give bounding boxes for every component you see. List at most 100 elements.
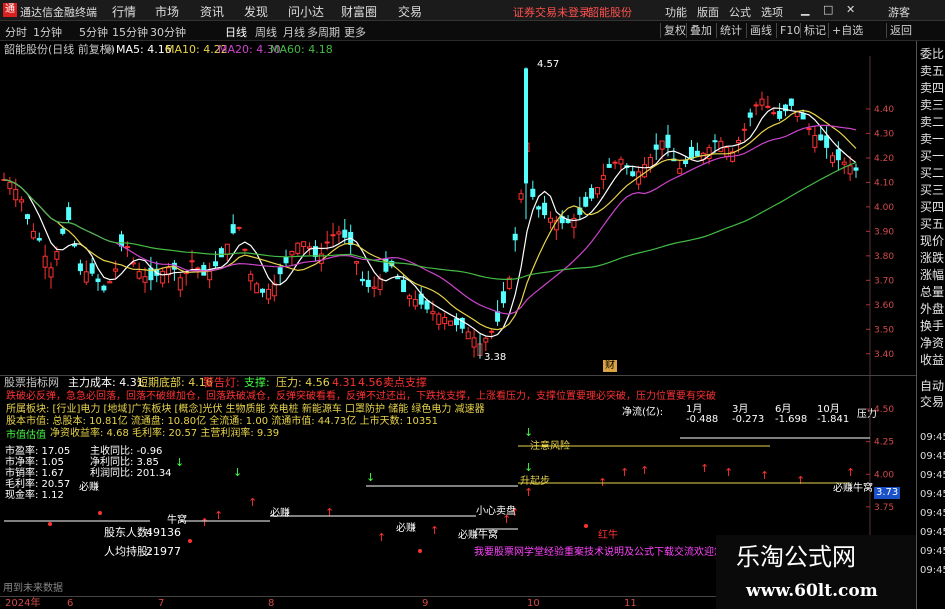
buy-arrow: ↑ <box>248 496 257 509</box>
period-multi[interactable]: 多周期 <box>307 24 340 40</box>
candle-body <box>641 164 647 178</box>
candle-body <box>260 288 266 293</box>
side-auto[interactable]: 自动 <box>920 377 944 394</box>
side-ask3[interactable]: 卖三 <box>920 96 944 113</box>
side-change-pct: 涨幅 <box>920 268 945 282</box>
candle-body <box>694 150 700 157</box>
candle-body <box>406 295 412 300</box>
candle-body <box>289 250 295 256</box>
stats-button[interactable]: 统计 <box>716 23 745 38</box>
candle-body <box>841 161 847 165</box>
date-sep: 9 <box>422 598 429 609</box>
candle-body <box>806 128 812 131</box>
candle-body <box>683 159 689 165</box>
candle-body <box>547 217 553 223</box>
back-button[interactable]: 返回 <box>886 23 915 38</box>
login-status[interactable]: 证券交易未登录 <box>513 4 590 20</box>
overlay-button[interactable]: 叠加 <box>686 23 715 38</box>
signal-dot <box>188 539 192 543</box>
holders-value: 49136 <box>146 526 181 539</box>
period-15min[interactable]: 15分钟 <box>112 24 148 40</box>
side-ask5[interactable]: 卖五 <box>920 62 944 79</box>
side-bid4[interactable]: 买四 <box>920 198 944 215</box>
period-timeshare[interactable]: 分时 <box>5 24 27 40</box>
period-1min[interactable]: 1分钟 <box>33 24 62 40</box>
side-ask4[interactable]: 卖四 <box>920 79 944 96</box>
menu-options[interactable]: 选项 <box>761 4 783 20</box>
menu-market[interactable]: 市场 <box>155 3 179 20</box>
period-monthly[interactable]: 月线 <box>283 24 305 40</box>
menu-news[interactable]: 资讯 <box>200 3 224 20</box>
side-ask2[interactable]: 卖二 <box>920 113 944 130</box>
side-bid1[interactable]: 买一 <box>920 147 944 164</box>
side-bid3[interactable]: 买三 <box>920 181 944 198</box>
add-watchlist-button[interactable]: +自选 <box>828 23 866 38</box>
sell-arrow: ↓ <box>524 461 533 474</box>
sell-arrow: ↓ <box>366 471 375 484</box>
candle-body <box>489 330 495 333</box>
candle-body <box>712 140 718 143</box>
buy-arrow: ↑ <box>760 469 769 482</box>
signal-bi-1: 必赚 <box>79 482 99 493</box>
candle-body <box>412 298 418 307</box>
side-bid5[interactable]: 买五 <box>920 215 944 232</box>
adjust-button[interactable]: 复权 <box>660 23 689 38</box>
price-tick-label: 3.80 <box>874 252 894 262</box>
chart-settings-icon[interactable]: ◉ <box>104 43 114 55</box>
app-logo-icon: 通 <box>3 3 17 17</box>
menu-ask[interactable]: 问小达 <box>288 3 324 20</box>
buy-arrow: ↑ <box>724 466 733 479</box>
menu-discover[interactable]: 发现 <box>244 3 268 20</box>
candle-body <box>471 337 477 348</box>
candle-body <box>242 248 248 251</box>
candle-body <box>483 337 489 343</box>
kline-chart[interactable]: 4.40 4.30 4.20 4.10 4.00 3.90 3.80 3.70 3.60 3.50… <box>0 56 916 376</box>
date-year: 2024年 <box>5 598 41 609</box>
menu-trade[interactable]: 交易 <box>398 3 422 20</box>
menu-layout[interactable]: 版面 <box>697 4 719 20</box>
signal-dot <box>584 524 588 528</box>
side-commission-ratio[interactable]: 委比 <box>920 45 944 62</box>
side-bid2[interactable]: 买二 <box>920 164 944 181</box>
menu-quotes[interactable]: 行情 <box>112 3 136 20</box>
side-trade[interactable]: 交易 <box>920 393 944 410</box>
period-more[interactable]: 更多 <box>344 24 366 40</box>
candle-body <box>236 226 242 229</box>
mark-button[interactable]: 标记 <box>800 23 829 38</box>
high-price-label: 4.57 <box>537 59 560 70</box>
guest-user[interactable]: 游客 <box>888 4 910 20</box>
signal-bull-nest-2: 必赚牛窝 <box>833 483 873 494</box>
period-5min[interactable]: 5分钟 <box>79 24 108 40</box>
menu-formula[interactable]: 公式 <box>729 4 751 20</box>
candle-body <box>371 286 377 289</box>
side-ask1[interactable]: 卖一 <box>920 130 944 147</box>
period-toolbar: 分时 1分钟 5分钟 15分钟 30分钟 日线 周线 月线 多周期 更多 复权 … <box>0 21 945 41</box>
candle-body <box>283 256 289 264</box>
period-daily[interactable]: 日线 <box>225 24 247 40</box>
period-weekly[interactable]: 周线 <box>255 24 277 40</box>
menu-function[interactable]: 功能 <box>665 4 687 20</box>
avg-holding-label: 人均持股: <box>104 545 152 558</box>
candle-body <box>453 318 459 326</box>
finance-badge[interactable]: 财 <box>603 360 617 372</box>
app-window: 通 通达信金融终端 行情 市场 资讯 发现 问小达 财富圈 交易 证券交易未登录… <box>0 0 945 609</box>
candle-body <box>659 140 665 150</box>
draw-button[interactable]: 画线 <box>746 23 775 38</box>
candle-body <box>336 231 342 235</box>
maximize-icon[interactable]: □ <box>823 3 833 16</box>
price-tick-label: 3.40 <box>874 350 894 360</box>
minimize-icon[interactable]: ▁ <box>801 3 809 16</box>
period-30min[interactable]: 30分钟 <box>150 24 186 40</box>
candle-body <box>60 228 66 234</box>
close-icon[interactable]: ✕ <box>846 3 855 16</box>
time-4: 09:45 <box>920 489 945 500</box>
candle-body <box>354 261 360 264</box>
candle-body <box>83 271 89 283</box>
signal-dot <box>98 511 102 515</box>
signal-red-bull: 红牛 <box>598 530 618 541</box>
price-tick-label: 4.30 <box>874 129 894 139</box>
current-stock-name: 韶能股份 <box>588 6 632 19</box>
candle-body <box>77 263 83 272</box>
buy-arrow: ↑ <box>700 462 709 475</box>
menu-wealth[interactable]: 财富圈 <box>341 3 377 20</box>
